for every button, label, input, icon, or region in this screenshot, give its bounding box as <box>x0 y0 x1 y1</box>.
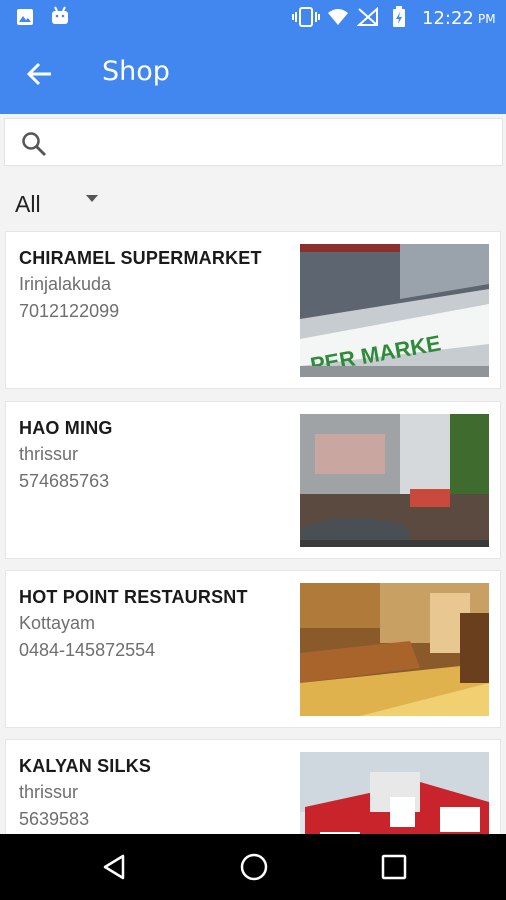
search-input[interactable] <box>57 127 491 159</box>
shop-name: HOT POINT RESTAURSNT <box>19 587 248 607</box>
shop-city: Irinjalakuda <box>19 274 112 294</box>
recents-nav-icon[interactable] <box>381 854 407 880</box>
shop-phone: 574685763 <box>19 471 110 491</box>
no-signal-icon <box>357 7 378 26</box>
battery-charging-icon <box>393 6 405 27</box>
image-notification-icon <box>17 9 33 25</box>
category-filter-dropdown[interactable]: All <box>0 170 506 230</box>
filter-selected-value: All <box>15 191 41 217</box>
navigation-bar <box>0 834 506 900</box>
shop-phone: 0484-145872554 <box>19 640 156 660</box>
shop-name: KALYAN SILKS <box>19 756 152 776</box>
wifi-icon <box>328 9 348 25</box>
dropdown-caret-icon <box>86 195 98 202</box>
home-nav-icon[interactable] <box>239 852 269 882</box>
android-notification-icon <box>52 6 68 24</box>
search-bar[interactable] <box>4 118 503 166</box>
shop-name: CHIRAMEL SUPERMARKET <box>19 248 262 268</box>
search-icon[interactable] <box>21 131 47 157</box>
vibrate-icon <box>292 7 320 27</box>
shop-city: Kottayam <box>19 613 96 633</box>
back-nav-icon[interactable] <box>101 853 127 881</box>
status-time: 12:22 <box>422 8 474 29</box>
shop-image <box>300 414 489 547</box>
back-arrow-icon[interactable] <box>24 58 56 90</box>
app-bar: Shop <box>0 34 506 114</box>
status-ampm: PM <box>478 12 496 26</box>
page-title: Shop <box>102 56 170 87</box>
status-bar: 12:22 PM <box>0 0 506 34</box>
shop-card[interactable]: KALYAN SILKS thrissur 5639583 <box>5 739 501 834</box>
shop-card[interactable]: HOT POINT RESTAURSNT Kottayam 0484-14587… <box>5 570 501 728</box>
shop-card[interactable]: HAO MING thrissur 574685763 <box>5 401 501 559</box>
shop-image <box>300 752 489 834</box>
shop-image: PER MARKE <box>300 244 489 377</box>
shop-image <box>300 583 489 716</box>
shop-card[interactable]: CHIRAMEL SUPERMARKET Irinjalakuda 701212… <box>5 231 501 389</box>
shop-list-screen: All CHIRAMEL SUPERMARKET Irinjalakuda 70… <box>0 114 506 834</box>
shop-phone: 7012122099 <box>19 301 120 321</box>
shop-city: thrissur <box>19 444 79 464</box>
shop-phone: 5639583 <box>19 809 90 829</box>
shop-city: thrissur <box>19 782 79 802</box>
shop-name: HAO MING <box>19 418 113 438</box>
